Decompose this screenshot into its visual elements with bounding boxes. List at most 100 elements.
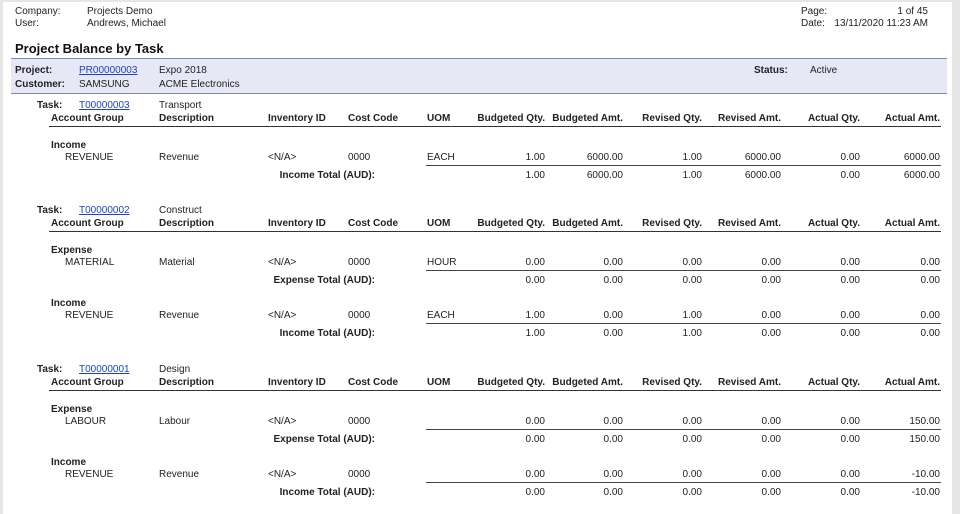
- total-actual-amt: 0.00: [920, 328, 940, 339]
- total-revised-amt: 6000.00: [744, 170, 781, 181]
- group-total-label: Income Total (AUD):: [279, 328, 375, 339]
- total-budgeted-amt: 0.00: [603, 434, 623, 445]
- col-header-revised-qty: Revised Qty.: [642, 218, 702, 229]
- account-group-name: Income: [51, 140, 87, 151]
- total-budgeted-qty: 1.00: [525, 170, 545, 181]
- total-revised-qty: 1.00: [682, 170, 702, 181]
- header-rule: [49, 126, 941, 127]
- col-header-revised-amt: Revised Amt.: [718, 377, 781, 388]
- col-header-cost-code: Cost Code: [348, 377, 398, 388]
- line-actual-amt: 0.00: [920, 257, 940, 268]
- group-total-label: Income Total (AUD):: [279, 487, 375, 498]
- col-header-budgeted-qty: Budgeted Qty.: [477, 113, 545, 124]
- line-actual-qty: 0.00: [840, 152, 860, 163]
- col-header-revised-amt: Revised Amt.: [718, 218, 781, 229]
- col-header-cost-code: Cost Code: [348, 113, 398, 124]
- col-header-budgeted-amt: Budgeted Amt.: [552, 218, 623, 229]
- subtotal-rule: [426, 323, 941, 324]
- col-header-cost-code: Cost Code: [348, 218, 398, 229]
- total-actual-qty: 0.00: [840, 328, 860, 339]
- total-actual-amt: 150.00: [909, 434, 940, 445]
- line-revised-qty: 0.00: [682, 257, 702, 268]
- group-total-label: Income Total (AUD):: [279, 170, 375, 181]
- task-description: Transport: [159, 100, 202, 111]
- line-actual-qty: 0.00: [840, 416, 860, 427]
- line-budgeted-amt: 0.00: [603, 310, 623, 321]
- line-inventory-id: <N/A>: [268, 310, 297, 321]
- total-budgeted-qty: 0.00: [525, 275, 545, 286]
- task-id-link[interactable]: T00000002: [79, 205, 130, 217]
- col-header-actual-qty: Actual Qty.: [807, 377, 860, 388]
- line-budgeted-qty: 1.00: [525, 152, 545, 163]
- line-revised-amt: 0.00: [761, 257, 781, 268]
- account-name: MATERIAL: [65, 257, 115, 268]
- col-header-budgeted-amt: Budgeted Amt.: [552, 113, 623, 124]
- total-revised-qty: 0.00: [682, 487, 702, 498]
- line-budgeted-qty: 0.00: [525, 257, 545, 268]
- line-cost-code: 0000: [348, 257, 371, 268]
- total-actual-qty: 0.00: [840, 487, 860, 498]
- page-title: Project Balance by Task: [15, 41, 164, 56]
- line-uom: EACH: [427, 152, 455, 163]
- line-cost-code: 0000: [348, 310, 371, 321]
- col-header-revised-amt: Revised Amt.: [718, 113, 781, 124]
- line-actual-amt: 0.00: [920, 310, 940, 321]
- line-uom: EACH: [427, 310, 455, 321]
- line-inventory-id: <N/A>: [268, 469, 297, 480]
- task-id-link[interactable]: T00000001: [79, 364, 130, 376]
- customer-name: ACME Electronics: [159, 79, 240, 90]
- line-inventory-id: <N/A>: [268, 257, 297, 268]
- line-budgeted-qty: 0.00: [525, 469, 545, 480]
- col-header-actual-amt: Actual Amt.: [884, 113, 940, 124]
- line-actual-amt: -10.00: [911, 469, 940, 480]
- total-actual-qty: 0.00: [840, 434, 860, 445]
- task-id-link[interactable]: T00000003: [79, 100, 130, 112]
- subtotal-rule: [426, 482, 941, 483]
- date-label: Date:: [801, 18, 825, 29]
- total-actual-qty: 0.00: [840, 275, 860, 286]
- total-budgeted-amt: 0.00: [603, 487, 623, 498]
- col-header-budgeted-amt: Budgeted Amt.: [552, 377, 623, 388]
- user-label: User:: [15, 18, 39, 29]
- project-id-link[interactable]: PR00000003: [79, 65, 137, 77]
- line-revised-amt: 6000.00: [744, 152, 781, 163]
- col-header-description: Description: [159, 113, 215, 124]
- task-label: Task:: [37, 205, 63, 216]
- col-header-revised-qty: Revised Qty.: [642, 377, 702, 388]
- subtotal-rule: [426, 270, 941, 271]
- project-info-band: [11, 58, 947, 94]
- line-budgeted-amt: 0.00: [603, 257, 623, 268]
- total-budgeted-qty: 0.00: [525, 487, 545, 498]
- col-header-uom: UOM: [427, 113, 451, 124]
- line-description: Labour: [159, 416, 191, 427]
- col-header-budgeted-qty: Budgeted Qty.: [477, 377, 545, 388]
- col-header-account-group: Account Group: [51, 377, 124, 388]
- account-name: LABOUR: [65, 416, 107, 427]
- account-group-name: Expense: [51, 404, 93, 415]
- account-name: REVENUE: [65, 469, 114, 480]
- col-header-description: Description: [159, 377, 215, 388]
- total-revised-amt: 0.00: [761, 275, 781, 286]
- group-total-label: Expense Total (AUD):: [273, 275, 376, 286]
- task-label: Task:: [37, 364, 63, 375]
- account-name: REVENUE: [65, 310, 114, 321]
- line-budgeted-qty: 1.00: [525, 310, 545, 321]
- task-section: Task: T00000003 Transport Account Group Desc…: [3, 100, 952, 181]
- col-header-budgeted-qty: Budgeted Qty.: [477, 218, 545, 229]
- line-description: Material: [159, 257, 195, 268]
- col-header-revised-qty: Revised Qty.: [642, 113, 702, 124]
- total-actual-qty: 0.00: [840, 170, 860, 181]
- task-section: Task: T00000001 Design Account Group Descrip…: [3, 364, 952, 498]
- total-actual-amt: 0.00: [920, 275, 940, 286]
- line-actual-qty: 0.00: [840, 310, 860, 321]
- line-description: Revenue: [159, 469, 200, 480]
- col-header-description: Description: [159, 218, 215, 229]
- task-section: Task: T00000002 Construct Account Group Desc…: [3, 205, 952, 339]
- line-revised-amt: 0.00: [761, 310, 781, 321]
- col-header-account-group: Account Group: [51, 218, 124, 229]
- col-header-inventory-id: Inventory ID: [268, 113, 326, 124]
- line-cost-code: 0000: [348, 469, 371, 480]
- line-uom: HOUR: [427, 257, 457, 268]
- account-name: REVENUE: [65, 152, 114, 163]
- total-budgeted-qty: 0.00: [525, 434, 545, 445]
